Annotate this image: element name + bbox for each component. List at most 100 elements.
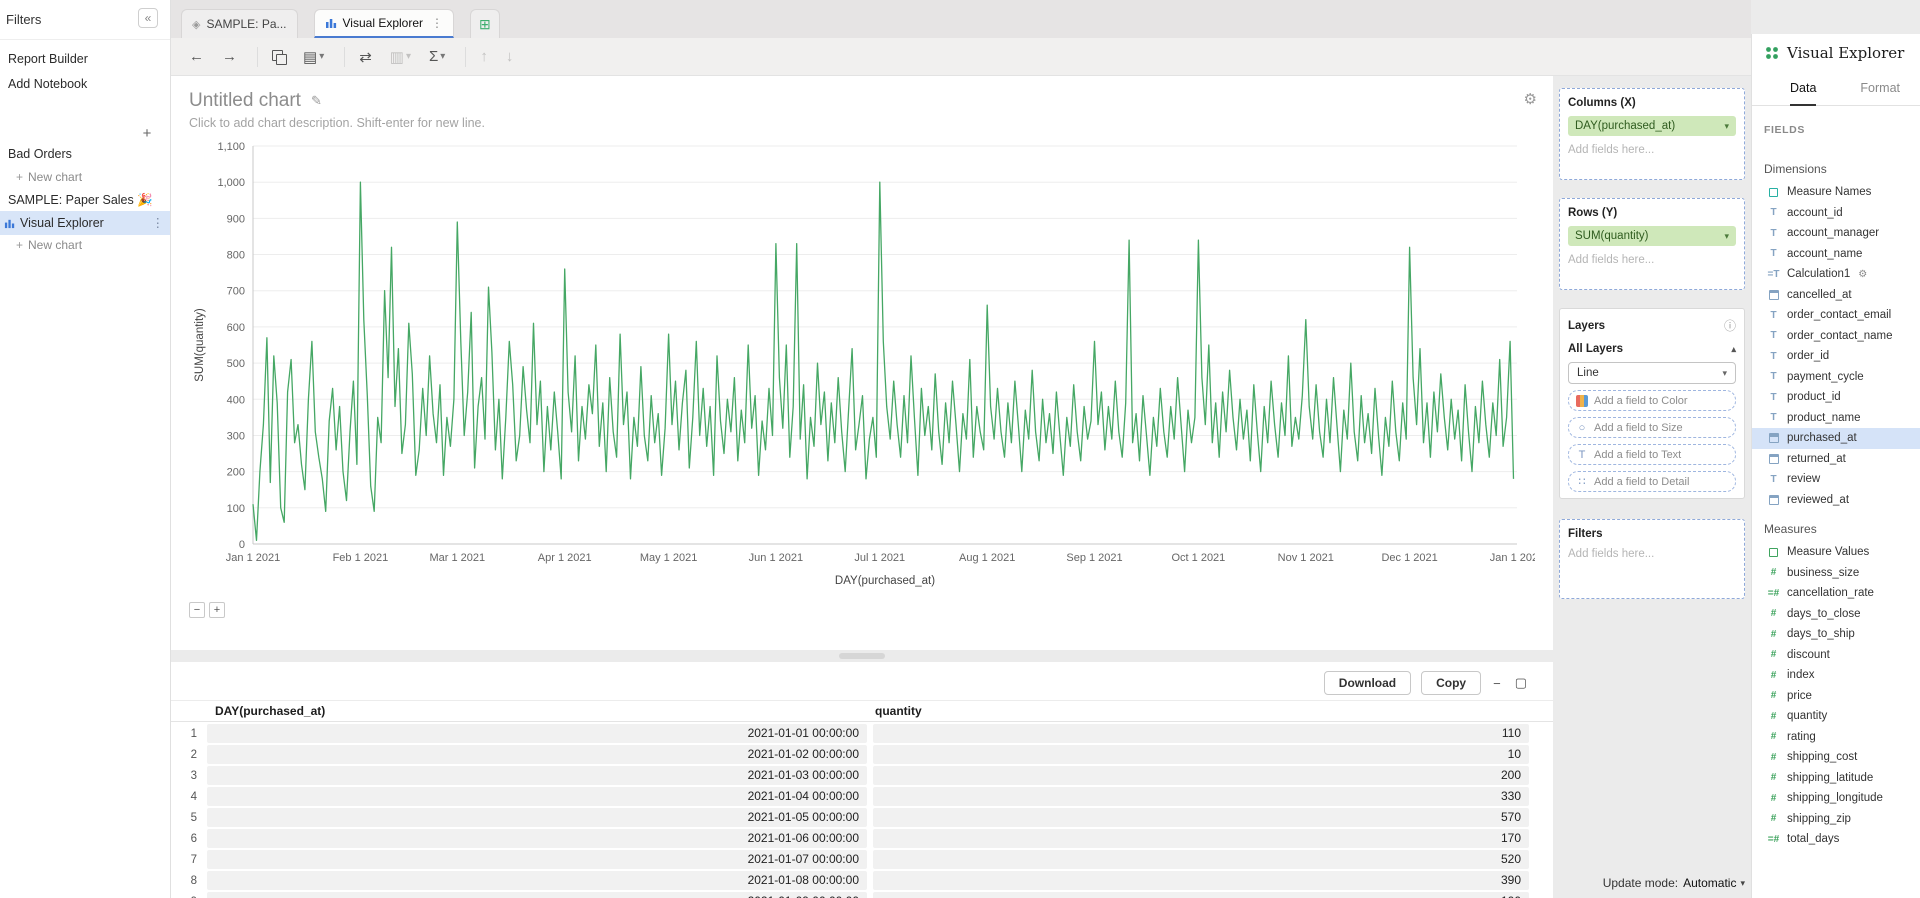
gear-icon[interactable]: ⚙ xyxy=(1858,269,1867,280)
field-item-account-name[interactable]: Taccount_name xyxy=(1752,244,1920,265)
swap-axes-button[interactable]: ⇄ xyxy=(359,48,372,66)
field-item-shipping-zip[interactable]: #shipping_zip xyxy=(1752,809,1920,830)
field-item-product-id[interactable]: Tproduct_id xyxy=(1752,387,1920,408)
expand-table-icon[interactable]: ▢ xyxy=(1513,675,1529,691)
field-item-product-name[interactable]: Tproduct_name xyxy=(1752,408,1920,429)
tab-format[interactable]: Format xyxy=(1860,72,1900,106)
cell-quantity[interactable]: 520 xyxy=(873,850,1529,869)
field-item-cancelled-at[interactable]: cancelled_at xyxy=(1752,285,1920,306)
cell-purchased-at[interactable]: 2021-01-01 00:00:00 xyxy=(207,724,867,743)
sidebar-item-sample-paper-sales[interactable]: SAMPLE: Paper Sales 🎉 xyxy=(0,190,170,210)
field-item-returned-at[interactable]: returned_at xyxy=(1752,449,1920,470)
table-row[interactable]: 92021-01-09 00:00:00100 xyxy=(171,892,1553,898)
duplicate-chart-button[interactable] xyxy=(272,50,285,63)
table-row[interactable]: 72021-01-07 00:00:00520 xyxy=(171,850,1553,869)
field-item-measure-values[interactable]: Measure Values xyxy=(1752,542,1920,563)
cell-quantity[interactable]: 100 xyxy=(873,892,1529,898)
field-item-business-size[interactable]: #business_size xyxy=(1752,563,1920,584)
kebab-menu-icon[interactable]: ⋮ xyxy=(431,16,443,30)
field-item-discount[interactable]: #discount xyxy=(1752,645,1920,666)
cell-purchased-at[interactable]: 2021-01-04 00:00:00 xyxy=(207,787,867,806)
chart-description-placeholder[interactable]: Click to add chart description. Shift-en… xyxy=(189,116,1535,130)
tab-visual-explorer[interactable]: Visual Explorer ⋮ xyxy=(314,9,454,38)
sidebar-item-add-notebook[interactable]: Add Notebook xyxy=(0,74,170,94)
field-item-shipping-longitude[interactable]: #shipping_longitude xyxy=(1752,788,1920,809)
table-row[interactable]: 82021-01-08 00:00:00390 xyxy=(171,871,1553,890)
cell-quantity[interactable]: 170 xyxy=(873,829,1529,848)
rows-field-pill[interactable]: SUM(quantity) ▾ xyxy=(1568,226,1736,246)
field-item-shipping-latitude[interactable]: #shipping_latitude xyxy=(1752,768,1920,789)
aggregate-button[interactable]: Σ▾ xyxy=(429,48,445,65)
field-item-account-manager[interactable]: Taccount_manager xyxy=(1752,223,1920,244)
field-item-order-id[interactable]: Torder_id xyxy=(1752,346,1920,367)
chevron-down-icon[interactable]: ▾ xyxy=(1724,231,1729,242)
zoom-out-button[interactable]: − xyxy=(189,602,205,618)
back-button[interactable]: ← xyxy=(189,48,204,65)
color-drop-target[interactable]: Add a field to Color xyxy=(1568,390,1736,411)
field-item-total-days[interactable]: =#total_days xyxy=(1752,829,1920,850)
filters-shelf[interactable]: Filters Add fields here... xyxy=(1559,519,1745,599)
columns-field-pill[interactable]: DAY(purchased_at) ▾ xyxy=(1568,116,1736,136)
column-header-purchased-at[interactable]: DAY(purchased_at) xyxy=(207,704,867,718)
cell-purchased-at[interactable]: 2021-01-03 00:00:00 xyxy=(207,766,867,785)
field-item-price[interactable]: #price xyxy=(1752,686,1920,707)
field-item-days-to-ship[interactable]: #days_to_ship xyxy=(1752,624,1920,645)
field-item-account-id[interactable]: Taccount_id xyxy=(1752,203,1920,224)
sort-ascending-button[interactable]: ↑ xyxy=(480,48,488,65)
field-item-order-contact-name[interactable]: Torder_contact_name xyxy=(1752,326,1920,347)
cell-purchased-at[interactable]: 2021-01-09 00:00:00 xyxy=(207,892,867,898)
mark-type-button[interactable]: ▥▾ xyxy=(390,48,411,66)
all-layers-row[interactable]: All Layers ▴ xyxy=(1568,343,1736,355)
sidebar-item-visual-explorer[interactable]: Visual Explorer ⋮ xyxy=(0,211,170,235)
rows-shelf[interactable]: Rows (Y) SUM(quantity) ▾ Add fields here… xyxy=(1559,198,1745,290)
field-item-days-to-close[interactable]: #days_to_close xyxy=(1752,604,1920,625)
table-row[interactable]: 52021-01-05 00:00:00570 xyxy=(171,808,1553,827)
field-item-measure-names[interactable]: Measure Names xyxy=(1752,182,1920,203)
forward-button[interactable]: → xyxy=(222,48,237,65)
cell-purchased-at[interactable]: 2021-01-06 00:00:00 xyxy=(207,829,867,848)
detail-drop-target[interactable]: ∷ Add a field to Detail xyxy=(1568,471,1736,492)
zoom-in-button[interactable]: + xyxy=(209,602,225,618)
sidebar-item-new-chart-1[interactable]: +New chart xyxy=(0,167,170,187)
table-row[interactable]: 22021-01-02 00:00:0010 xyxy=(171,745,1553,764)
info-icon[interactable]: ⓘ xyxy=(1724,317,1736,334)
cell-purchased-at[interactable]: 2021-01-08 00:00:00 xyxy=(207,871,867,890)
resize-handle[interactable] xyxy=(839,653,885,659)
download-button[interactable]: Download xyxy=(1324,671,1411,695)
mark-type-select[interactable]: Line ▾ xyxy=(1568,362,1736,384)
tab-sample-paper-sales[interactable]: ◈ SAMPLE: Pa... xyxy=(181,9,298,38)
cell-quantity[interactable]: 570 xyxy=(873,808,1529,827)
field-item-payment-cycle[interactable]: Tpayment_cycle xyxy=(1752,367,1920,388)
chevron-down-icon[interactable]: ▾ xyxy=(1724,121,1729,132)
cell-quantity[interactable]: 200 xyxy=(873,766,1529,785)
text-drop-target[interactable]: T Add a field to Text xyxy=(1568,444,1736,465)
field-item-index[interactable]: #index xyxy=(1752,665,1920,686)
minimize-table-icon[interactable]: − xyxy=(1491,676,1503,691)
sidebar-item-report-builder[interactable]: Report Builder xyxy=(0,49,170,69)
field-item-reviewed-at[interactable]: reviewed_at xyxy=(1752,490,1920,511)
cell-purchased-at[interactable]: 2021-01-07 00:00:00 xyxy=(207,850,867,869)
columns-shelf[interactable]: Columns (X) DAY(purchased_at) ▾ Add fiel… xyxy=(1559,88,1745,180)
cell-purchased-at[interactable]: 2021-01-02 00:00:00 xyxy=(207,745,867,764)
cell-quantity[interactable]: 330 xyxy=(873,787,1529,806)
cell-quantity[interactable]: 390 xyxy=(873,871,1529,890)
field-item-quantity[interactable]: #quantity xyxy=(1752,706,1920,727)
field-item-purchased-at[interactable]: purchased_at xyxy=(1752,428,1920,449)
tab-data[interactable]: Data xyxy=(1790,72,1816,106)
chart-settings-gear-icon[interactable]: ⚙ xyxy=(1524,90,1537,108)
chart-title[interactable]: Untitled chart xyxy=(189,90,301,112)
line-chart[interactable]: 01002003004005006007008009001,0001,100Ja… xyxy=(189,138,1535,598)
cell-purchased-at[interactable]: 2021-01-05 00:00:00 xyxy=(207,808,867,827)
cell-quantity[interactable]: 110 xyxy=(873,724,1529,743)
field-item-shipping-cost[interactable]: #shipping_cost xyxy=(1752,747,1920,768)
table-row[interactable]: 12021-01-01 00:00:00110 xyxy=(171,724,1553,743)
field-item-order-contact-email[interactable]: Torder_contact_email xyxy=(1752,305,1920,326)
copy-button[interactable]: Copy xyxy=(1421,671,1481,695)
sort-descending-button[interactable]: ↓ xyxy=(506,48,514,65)
kebab-menu-icon[interactable]: ⋮ xyxy=(152,211,165,235)
table-row[interactable]: 42021-01-04 00:00:00330 xyxy=(171,787,1553,806)
edit-title-icon[interactable]: ✎ xyxy=(311,93,322,109)
tab-new-chart[interactable]: ⊞ xyxy=(470,9,500,38)
chart-type-button[interactable]: ▤▾ xyxy=(303,48,324,66)
table-row[interactable]: 62021-01-06 00:00:00170 xyxy=(171,829,1553,848)
